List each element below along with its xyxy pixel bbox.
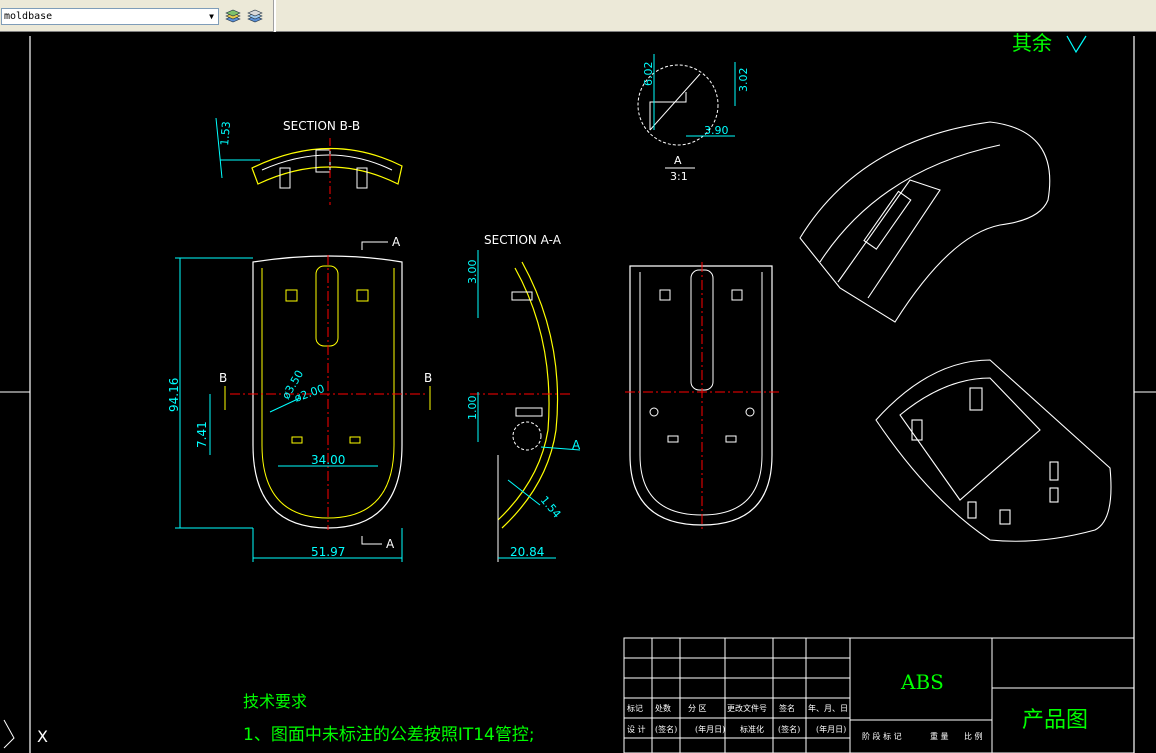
tb-label-change: 更改文件号	[727, 703, 767, 713]
dim-aa-1: 3.00	[466, 260, 479, 285]
tb-label-date1: (年月日)	[695, 724, 725, 734]
tb-label-mark: 标记	[627, 703, 643, 713]
ucs-x-label: X	[37, 727, 48, 746]
layer-stack-icon[interactable]	[224, 7, 242, 25]
iso-view-bottom	[875, 359, 1112, 542]
cut-label-a-top: A	[392, 235, 401, 249]
cut-label-b-right: B	[424, 371, 432, 385]
tb-label-date: 年、月、日	[808, 703, 848, 713]
dim-height: 94.16	[167, 378, 181, 412]
section-aa-title: SECTION A-A	[484, 233, 562, 247]
dim-width: 51.97	[311, 545, 345, 559]
tb-label-weight: 重 量	[930, 731, 949, 741]
tech-req-title: 技术要求	[243, 692, 307, 711]
cad-toolbar: moldbase ▼	[0, 0, 1156, 32]
detail-a-label: A	[674, 154, 682, 167]
section-aa-view: SECTION A-A 3.00 1.00 1.54 20.84 A	[466, 233, 581, 562]
section-bb-view: SECTION B-B 1.53	[215, 117, 403, 205]
dim-aa-3: 1.54	[538, 494, 564, 521]
material-label: ABS	[900, 670, 944, 694]
toolbar-separator	[273, 0, 276, 32]
layer-states-icon[interactable]	[246, 7, 264, 25]
ucs-icon	[3, 719, 15, 749]
dim-detail-3: 3.90	[704, 124, 729, 137]
tb-label-count: 处数	[655, 703, 671, 713]
tb-label-date2: (年月日)	[816, 724, 846, 734]
dim-detail-2: 3.02	[737, 68, 750, 93]
tb-label-stage: 阶 段 标 记	[862, 731, 902, 741]
tb-label-scale: 比 例	[964, 731, 983, 741]
cut-label-a-bottom: A	[386, 537, 395, 551]
chevron-down-icon[interactable]: ▼	[206, 10, 217, 23]
layer-dropdown[interactable]: moldbase ▼	[1, 8, 219, 25]
detail-a-scale: 3:1	[670, 170, 688, 183]
cut-label-b-left: B	[219, 371, 227, 385]
detail-a-view: 6.02 3.02 3.90 A 3:1	[637, 54, 750, 183]
drawing-name: 产品图	[1022, 708, 1088, 733]
bottom-view	[625, 262, 780, 530]
tb-label-design: 设 计	[627, 724, 646, 734]
roughness-text: 其余	[1012, 32, 1052, 55]
dim-aa-2: 1.00	[466, 396, 479, 421]
tb-label-std: 标准化	[740, 724, 764, 734]
dim-detail-1: 6.02	[642, 62, 655, 87]
top-view: 94.16 7.41 ø3.50 ø2.00 34.00 51.97 A A B…	[167, 235, 432, 562]
iso-view-top	[799, 121, 1051, 323]
tb-label-zone: 分 区	[688, 704, 707, 713]
dim-aa-4: 20.84	[510, 545, 544, 559]
tb-label-sig1: (签名)	[655, 724, 677, 734]
section-bb-title: SECTION B-B	[283, 119, 360, 133]
tech-req-line-1: 1、图面中未标注的公差按照IT14管控;	[243, 725, 535, 745]
dim-34: 34.00	[311, 453, 345, 467]
detail-callout-a: A	[572, 438, 581, 452]
dim-7-41: 7.41	[195, 421, 209, 448]
drawing-canvas[interactable]: 其余 SECTION B-B 1.53 6.02 3.02 3.90 A 3:1	[0, 32, 1156, 753]
tb-label-sig2: (签名)	[778, 724, 800, 734]
dim-bb: 1.53	[218, 121, 233, 147]
layer-name: moldbase	[4, 11, 53, 22]
tb-label-sign: 签名	[779, 703, 795, 713]
roughness-symbol	[1066, 35, 1087, 54]
